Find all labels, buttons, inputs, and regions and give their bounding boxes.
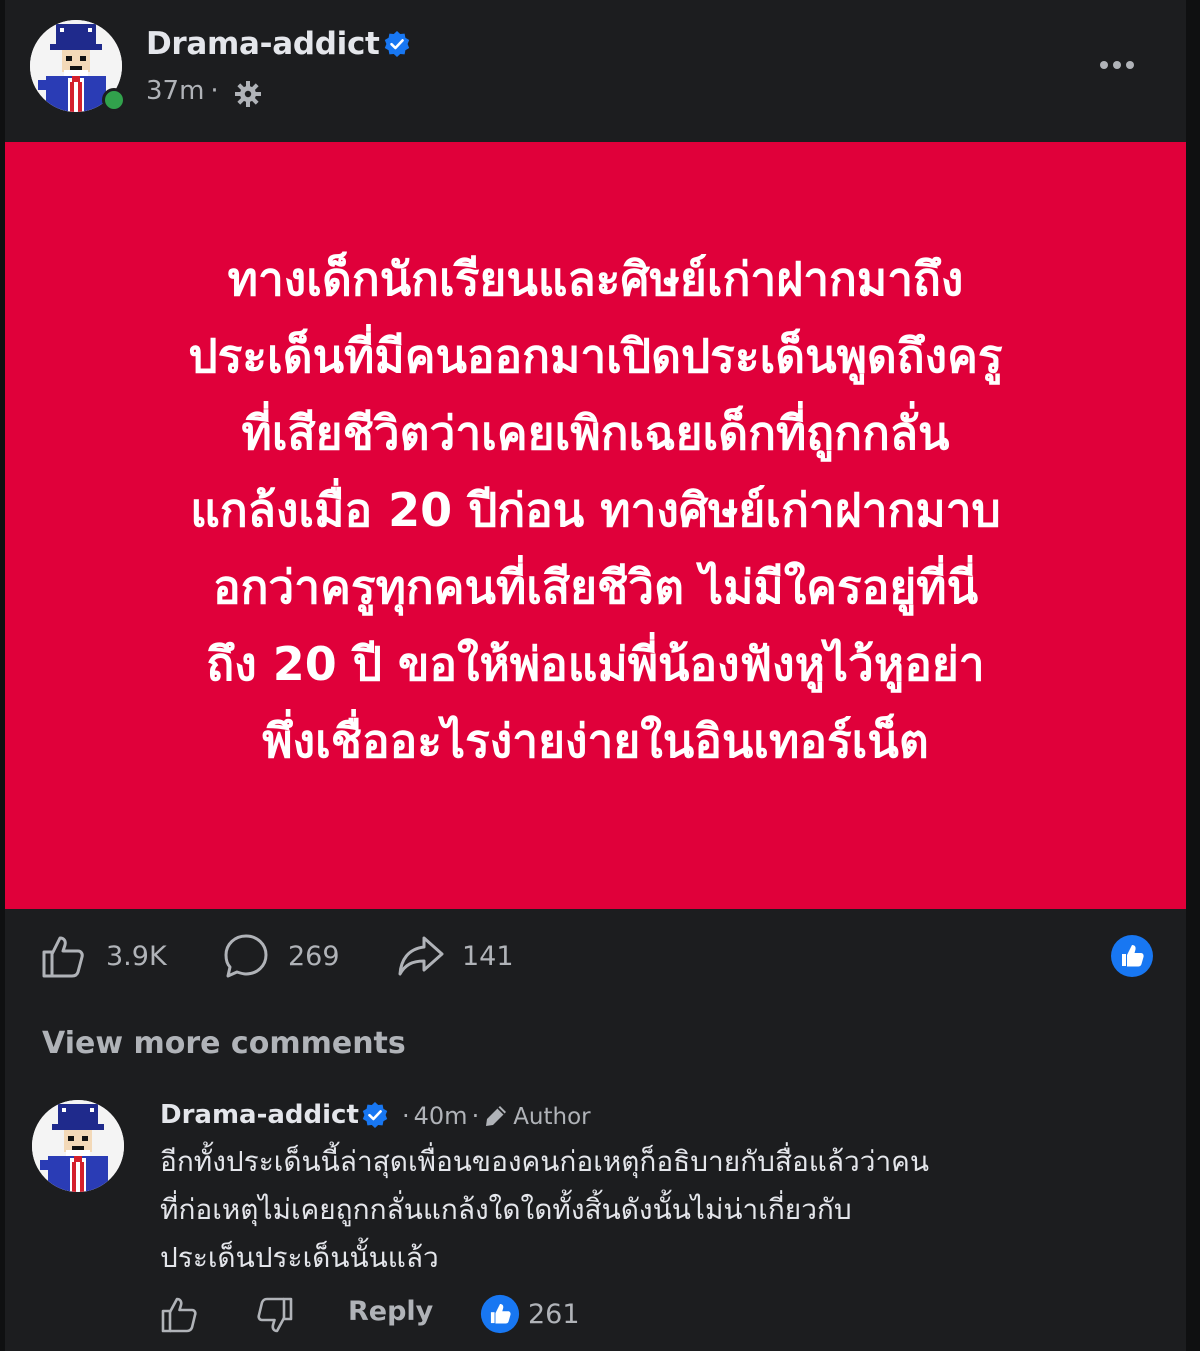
comment-item: Drama-addict · 40m · Author อีกทั้งประเด็น… xyxy=(30,1098,1170,1348)
post-text: ทางเด็กนักเรียนและศิษย์เก่าฝากมาถึง ประเ… xyxy=(56,241,1136,780)
meta-separator: · xyxy=(471,1102,480,1130)
author-badge: Author xyxy=(513,1104,591,1130)
share-arrow-icon xyxy=(398,936,444,976)
comment-reaction-count: 261 xyxy=(528,1298,580,1330)
post-text-line: ประเด็นที่มีคนออกมาเปิดประเด็นพูดถึงครู xyxy=(188,329,1003,383)
post-text-line: แกล้งเมื่อ 20 ปีก่อน ทางศิษย์เก่าฝากมาบ xyxy=(190,483,1001,537)
like-count: 3.9K xyxy=(106,940,167,972)
view-more-comments-link[interactable]: View more comments xyxy=(42,1026,406,1061)
post-meta: 37m · xyxy=(146,76,225,106)
reply-button[interactable]: Reply xyxy=(348,1296,433,1327)
meta-separator: · xyxy=(210,76,219,106)
comment-actions: Reply 261 xyxy=(160,1294,860,1338)
online-status-dot xyxy=(102,88,126,112)
comment-bubble-icon xyxy=(224,934,268,978)
post-action-bar: 3.9K 269 141 xyxy=(40,928,1160,988)
post-timestamp[interactable]: 37m xyxy=(146,76,204,106)
post-text-line: อกว่าครูทุกคนที่เสียชีวิต ไม่มีใครอยู่ที… xyxy=(212,560,979,614)
thumbs-up-icon xyxy=(42,936,84,978)
meta-separator: · xyxy=(402,1102,410,1130)
comment-button[interactable]: 269 xyxy=(222,928,340,984)
comment-count: 269 xyxy=(288,940,340,972)
comment-reactions[interactable]: 261 xyxy=(480,1294,580,1334)
comment-text-line: ประเด็นประเด็นนั้นแล้ว xyxy=(160,1241,439,1274)
comment-text-line: อีกทั้งประเด็นนี้ล่าสุดเพื่อนของคนก่อเหต… xyxy=(160,1145,930,1178)
post-text-line: ที่เสียชีวิตว่าเคยเพิกเฉยเด็กที่ถูกกลั่น xyxy=(241,406,950,460)
like-button[interactable]: 3.9K xyxy=(40,928,167,984)
comment-meta: · 40m · Author xyxy=(398,1102,591,1130)
more-options-icon[interactable] xyxy=(1092,50,1142,80)
comment-author-name[interactable]: Drama-addict xyxy=(160,1100,359,1130)
post-text-line: ทางเด็กนักเรียนและศิษย์เก่าฝากมาถึง xyxy=(227,252,964,306)
share-count: 141 xyxy=(462,940,514,972)
like-reaction-icon[interactable] xyxy=(1110,934,1154,978)
post-author-name[interactable]: Drama-addict xyxy=(146,26,380,62)
comment-text: อีกทั้งประเด็นนี้ล่าสุดเพื่อนของคนก่อเหต… xyxy=(160,1138,1120,1282)
uncle-sam-avatar-icon xyxy=(32,1100,124,1192)
right-frame-edge xyxy=(1186,0,1200,1351)
share-button[interactable]: 141 xyxy=(396,928,514,984)
post-text-card: ทางเด็กนักเรียนและศิษย์เก่าฝากมาถึง ประเ… xyxy=(5,142,1186,909)
gear-icon[interactable] xyxy=(234,80,262,108)
comment-timestamp[interactable]: 40m xyxy=(414,1102,468,1130)
like-reaction-icon xyxy=(480,1294,520,1334)
thumbs-down-icon[interactable] xyxy=(254,1296,294,1336)
verified-badge-icon xyxy=(362,1102,388,1128)
pen-icon xyxy=(486,1106,507,1126)
thumbs-up-icon[interactable] xyxy=(160,1294,200,1334)
post-text-line: ถึง 20 ปี ขอให้พ่อแม่พี่น้องฟังหูไว้หูอย… xyxy=(206,637,985,691)
post-text-line: พึ่งเชื่ออะไรง่ายง่ายในอินเทอร์เน็ต xyxy=(262,714,929,768)
verified-badge-icon xyxy=(384,31,410,57)
comment-author-avatar[interactable] xyxy=(32,1100,124,1192)
post-header: Drama-addict 37m · xyxy=(30,20,1170,120)
author-avatar[interactable] xyxy=(30,20,126,112)
comment-text-line: ที่ก่อเหตุไม่เคยถูกกลั่นแกล้งใดใดทั้งสิ้… xyxy=(160,1193,852,1226)
